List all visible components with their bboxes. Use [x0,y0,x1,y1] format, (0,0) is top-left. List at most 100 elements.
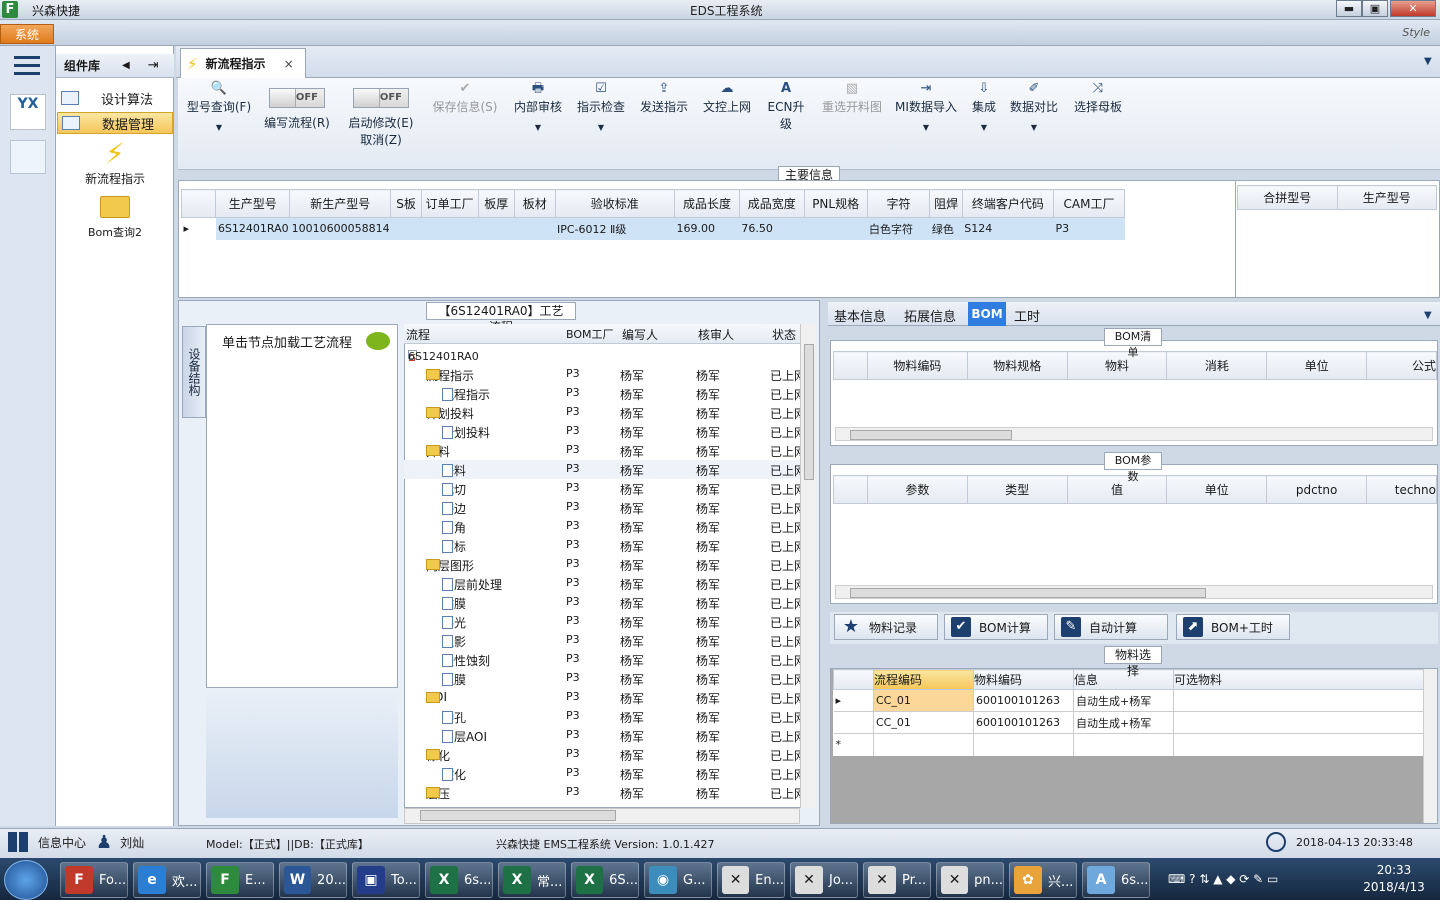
bom-factory-cell[interactable]: P3 [566,614,580,627]
writer-cell[interactable]: 杨军 [620,557,644,574]
column-header[interactable]: 可选物料 [1173,669,1424,690]
taskbar-task-button[interactable]: ▣ To... [352,862,420,898]
taskbar-task-button[interactable]: W 20... [279,862,347,898]
table-cell[interactable]: 76.50 [739,217,805,240]
writer-cell[interactable]: 杨军 [620,785,644,802]
select-motherboard-button[interactable]: ⤨ 选择母板 [1070,80,1126,115]
tree-node[interactable]: −计划投料 [426,405,474,422]
send-instruction-button[interactable]: ⇪ 发送指示 [636,80,692,115]
tree-node[interactable]: 显影 [442,633,466,650]
mi-data-import-button[interactable]: ⇥ MI数据导入 ▼ [892,80,960,132]
column-header[interactable]: 编写人 [622,326,658,343]
tab-basic-info[interactable]: 基本信息 [834,306,886,325]
tree-row[interactable]: 流程指示 P3 杨军 杨军 已上网 [404,384,800,403]
taskbar-task-button[interactable]: X 6s... [425,862,493,898]
column-header[interactable]: 单位 [1266,351,1368,380]
status-cell[interactable]: 已上网 [770,785,800,802]
writer-cell[interactable]: 杨军 [620,386,644,403]
column-header[interactable]: pdctno [1266,475,1368,504]
writer-cell[interactable]: 杨军 [620,690,644,707]
status-cell[interactable]: 已上网 [770,595,800,612]
tree-row[interactable]: 显影 P3 杨军 杨军 已上网 [404,631,800,650]
column-header[interactable]: 新生产型号 [289,189,392,218]
hamburger-menu-icon[interactable] [14,56,40,76]
table-cell[interactable]: 169.00 [674,217,740,240]
column-header[interactable]: PNL规格 [803,189,868,218]
tree-row[interactable]: 退膜 P3 杨军 杨军 已上网 [404,669,800,688]
dropdown-arrow-icon[interactable]: ▼ [1008,123,1060,132]
info-center-link[interactable]: 信息中心 [8,832,86,852]
reviewer-cell[interactable]: 杨军 [696,462,720,479]
table-row[interactable]: ▸ 6S12401RA0 10010600058814 IPC-6012 Ⅱ级 … [181,217,1125,240]
status-cell[interactable]: 已上网 [770,462,800,479]
tree-row[interactable]: 内层前处理 P3 杨军 杨军 已上网 [404,574,800,593]
writer-cell[interactable]: 杨军 [620,709,644,726]
tree-row[interactable]: 磨边 P3 杨军 杨军 已上网 [404,498,800,517]
dropdown-arrow-icon[interactable]: ▼ [510,123,566,132]
tab-close-icon[interactable]: × [284,57,294,71]
reviewer-cell[interactable]: 杨军 [696,576,720,593]
save-info-button[interactable]: ✔ 保存信息(S) [428,80,502,115]
row-selector[interactable] [833,711,874,734]
table-row[interactable]: ▸ CC_01 600100101263 自动生成+杨军 [833,689,1424,712]
table-row[interactable]: CC_01 600100101263 自动生成+杨军 [833,711,1424,734]
column-header[interactable]: techno [1366,475,1437,504]
column-header[interactable]: 板材 [513,189,556,218]
write-process-toggle[interactable]: OFF 编写流程(R) [262,88,332,131]
table-cell[interactable] [478,217,515,240]
reviewer-cell[interactable]: 杨军 [696,785,720,802]
status-cell[interactable]: 已上网 [770,538,800,555]
bom-factory-cell[interactable]: P3 [566,538,580,551]
table-cell[interactable] [1073,733,1174,756]
writer-cell[interactable]: 杨军 [620,443,644,460]
writer-cell[interactable]: 杨军 [620,671,644,688]
reviewer-cell[interactable]: 杨军 [696,367,720,384]
yx-factory-icon[interactable]: YX [10,94,46,130]
cancel-modify-label[interactable]: 取消(Z) [344,131,418,148]
column-header[interactable]: 成品长度 [674,189,740,218]
detail-tab-dropdown-icon[interactable]: ▼ [1424,310,1432,321]
tab-extended-info[interactable]: 拓展信息 [904,306,956,325]
writer-cell[interactable]: 杨军 [620,576,644,593]
table-cell[interactable] [804,217,868,240]
table-cell[interactable] [390,217,422,240]
tree-node[interactable]: 内层AOI [442,728,487,745]
taskbar-task-button[interactable]: ◉ G... [644,862,712,898]
tree-node[interactable]: 计划投料 [442,424,490,441]
ecn-upgrade-button[interactable]: A ECN升级 [762,80,810,132]
integrate-button[interactable]: ⇩ 集成 ▼ [966,80,1002,132]
reviewer-cell[interactable]: 杨军 [696,424,720,441]
table-cell[interactable]: 绿色 [929,217,963,240]
column-header[interactable]: 合拼型号 [1237,185,1338,210]
tree-row[interactable]: 棕化 P3 杨军 杨军 已上网 [404,764,800,783]
reviewer-cell[interactable]: 杨军 [696,690,720,707]
writer-cell[interactable]: 杨军 [620,500,644,517]
minimize-button[interactable]: ▬ [1336,0,1362,17]
column-header[interactable]: 验收标准 [554,189,676,218]
writer-cell[interactable]: 杨军 [620,633,644,650]
column-header[interactable]: 生产型号 [1336,185,1437,210]
taskbar-task-button[interactable]: F Fo... [60,862,128,898]
tree-node[interactable]: −棕化 [426,747,450,764]
side-tab-equipment-structure[interactable]: 设备结构 [182,326,206,418]
tree-node[interactable]: 圆角 [442,519,466,536]
bom-factory-cell[interactable]: P3 [566,747,580,760]
pin-panel-icon[interactable]: ⇥ [148,58,159,73]
tab-dropdown-icon[interactable]: ▼ [1424,56,1432,67]
tree-node[interactable]: 冲孔 [442,709,466,726]
taskbar-task-button[interactable]: F E... [206,862,274,898]
reviewer-cell[interactable]: 杨军 [696,614,720,631]
taskbar-task-button[interactable]: ✕ Pr... [863,862,931,898]
column-header[interactable]: BOM工厂 [566,326,614,342]
bom-factory-cell[interactable]: P3 [566,652,580,665]
tree-row[interactable]: −开料 P3 杨军 杨军 已上网 [404,441,800,460]
table-cell[interactable]: 10010600058814 [289,217,391,240]
tree-node[interactable]: 酸性蚀刻 [442,652,490,669]
column-header[interactable]: 生产型号 [215,189,291,218]
tab-work-hours[interactable]: 工时 [1014,306,1040,325]
table-cell[interactable]: CC_01 [873,689,974,712]
reviewer-cell[interactable]: 杨军 [696,405,720,422]
bom-factory-cell[interactable]: P3 [566,462,580,475]
taskbar-task-button[interactable]: ✕ Jo... [790,862,858,898]
status-cell[interactable]: 已上网 [770,747,800,764]
